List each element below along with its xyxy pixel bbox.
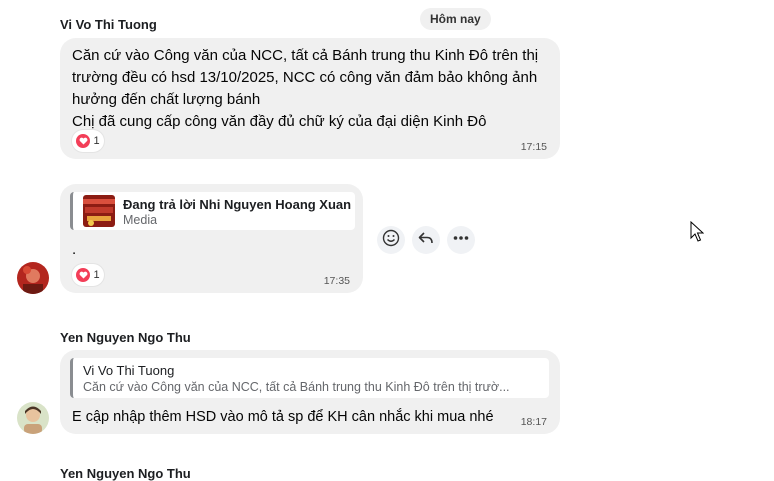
- reply-icon: [417, 229, 435, 252]
- reply-title: Đang trả lời Nhi Nguyen Hoang Xuan: [123, 197, 352, 212]
- heart-icon: [76, 134, 91, 148]
- message-time: 17:15: [520, 141, 547, 153]
- reply-title: Vi Vo Thi Tuong: [83, 363, 175, 378]
- avatar[interactable]: [17, 262, 49, 294]
- message-line: hưởng đến chất lượng bánh: [72, 91, 261, 108]
- message-text: .: [72, 241, 77, 258]
- message-time: 18:17: [520, 416, 547, 428]
- reaction-badge[interactable]: 1: [72, 130, 104, 152]
- reaction-count: 1: [93, 135, 100, 147]
- heart-icon: [76, 268, 91, 282]
- message-line: Chị đã cung cấp công văn đầy đủ chữ ký c…: [72, 113, 487, 130]
- reply-subtitle: Căn cứ vào Công văn của NCC, tất cả Bánh…: [83, 380, 510, 394]
- avatar[interactable]: [17, 402, 49, 434]
- reply-button[interactable]: [412, 226, 440, 254]
- react-button[interactable]: [377, 226, 405, 254]
- reply-preview[interactable]: Vi Vo Thi Tuong Căn cứ vào Công văn của …: [70, 358, 549, 398]
- message-text: Căn cứ vào Công văn của NCC, tất cả Bánh…: [72, 45, 552, 133]
- more-options-button[interactable]: [447, 226, 475, 254]
- media-thumbnail: [83, 195, 115, 227]
- sender-name[interactable]: Vi Vo Thi Tuong: [60, 17, 157, 32]
- reaction-count: 1: [93, 269, 100, 281]
- cursor-icon: [690, 220, 705, 248]
- sender-name[interactable]: Yen Nguyen Ngo Thu: [60, 330, 191, 345]
- message-bubble[interactable]: Căn cứ vào Công văn của NCC, tất cả Bánh…: [60, 38, 560, 159]
- smile-icon: [382, 229, 400, 252]
- date-separator: Hôm nay: [420, 8, 491, 30]
- reply-preview[interactable]: Đang trả lời Nhi Nguyen Hoang Xuan Media: [70, 192, 355, 230]
- message-bubble[interactable]: Đang trả lời Nhi Nguyen Hoang Xuan Media…: [60, 184, 363, 293]
- message-line: Căn cứ vào Công văn của NCC, tất cả Bánh…: [72, 47, 539, 64]
- more-icon: [452, 229, 470, 252]
- reaction-badge[interactable]: 1: [72, 264, 104, 286]
- message-line: trường đều có hsd 13/10/2025, NCC có côn…: [72, 69, 538, 86]
- reply-subtitle: Media: [123, 213, 158, 227]
- message-time: 17:35: [323, 275, 350, 287]
- message-bubble[interactable]: Vi Vo Thi Tuong Căn cứ vào Công văn của …: [60, 350, 560, 434]
- message-text: E cập nhập thêm HSD vào mô tả sp để KH c…: [72, 409, 494, 425]
